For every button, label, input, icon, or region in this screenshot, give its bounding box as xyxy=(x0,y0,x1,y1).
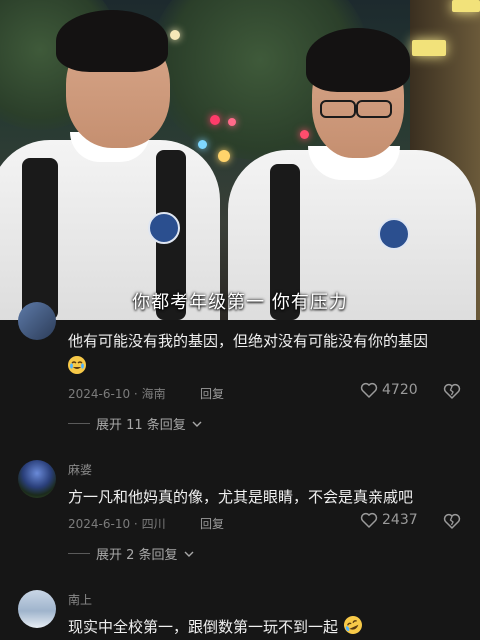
bokeh-light xyxy=(228,118,236,126)
comment-author[interactable]: 麻婆 xyxy=(68,461,92,478)
broken-heart-icon xyxy=(443,513,461,529)
reply-button[interactable]: 回复 xyxy=(200,385,224,402)
heart-outline-icon xyxy=(360,382,378,398)
expand-replies-label: 展开 2 条回复 xyxy=(96,548,178,563)
bokeh-light xyxy=(170,30,180,40)
avatar[interactable] xyxy=(18,460,56,498)
expand-replies-button[interactable]: 展开 2 条回复 xyxy=(68,544,194,563)
chevron-down-icon xyxy=(192,421,202,427)
comment-location: 海南 xyxy=(141,387,166,401)
like-count: 4720 xyxy=(382,382,418,398)
comment-text: 现实中全校第一，跟倒数第一玩不到一起 xyxy=(68,615,468,639)
chevron-down-icon xyxy=(184,551,194,557)
bokeh-light xyxy=(210,115,220,125)
comment-text: 方一凡和他妈真的像，尤其是眼睛，不会是真亲戚吧 xyxy=(68,488,414,506)
comment-meta: 2024-6-10 · 海南 xyxy=(68,387,166,401)
comment-date: 2024-6-10 xyxy=(68,387,131,401)
dislike-button[interactable] xyxy=(443,383,461,403)
street-lamp xyxy=(412,40,446,56)
broken-heart-icon xyxy=(443,383,461,399)
dislike-button[interactable] xyxy=(443,513,461,533)
bokeh-light xyxy=(300,130,309,139)
reply-button[interactable]: 回复 xyxy=(200,515,224,532)
bokeh-light xyxy=(218,150,230,162)
video-frame[interactable]: 你都考年级第一 你有压力 xyxy=(0,0,480,320)
like-count: 2437 xyxy=(382,512,418,528)
expand-replies-label: 展开 11 条回复 xyxy=(96,418,186,433)
expand-replies-button[interactable]: 展开 11 条回复 xyxy=(68,414,202,433)
like-button[interactable]: 4720 xyxy=(360,382,418,398)
comment-date: 2024-6-10 xyxy=(68,517,131,531)
comment-author[interactable]: 南上 xyxy=(68,591,92,608)
comment-meta: 2024-6-10 · 四川 xyxy=(68,517,166,531)
rolling-laughing-face-icon xyxy=(343,615,363,639)
street-lamp xyxy=(452,0,480,12)
video-subtitle: 你都考年级第一 你有压力 xyxy=(132,292,348,313)
heart-outline-icon xyxy=(360,512,378,528)
comment-location: 四川 xyxy=(141,517,166,531)
crying-laughing-face-icon xyxy=(68,356,86,375)
avatar[interactable] xyxy=(18,302,56,340)
comment-text: 他有可能没有我的基因，但绝对没有可能没有你的基因 xyxy=(68,332,429,350)
bokeh-light xyxy=(198,140,207,149)
comment-list[interactable]: 他有可能没有我的基因，但绝对没有可能没有你的基因 2024-6-10 · 海南 … xyxy=(0,302,480,640)
avatar[interactable] xyxy=(18,590,56,628)
like-button[interactable]: 2437 xyxy=(360,512,418,528)
